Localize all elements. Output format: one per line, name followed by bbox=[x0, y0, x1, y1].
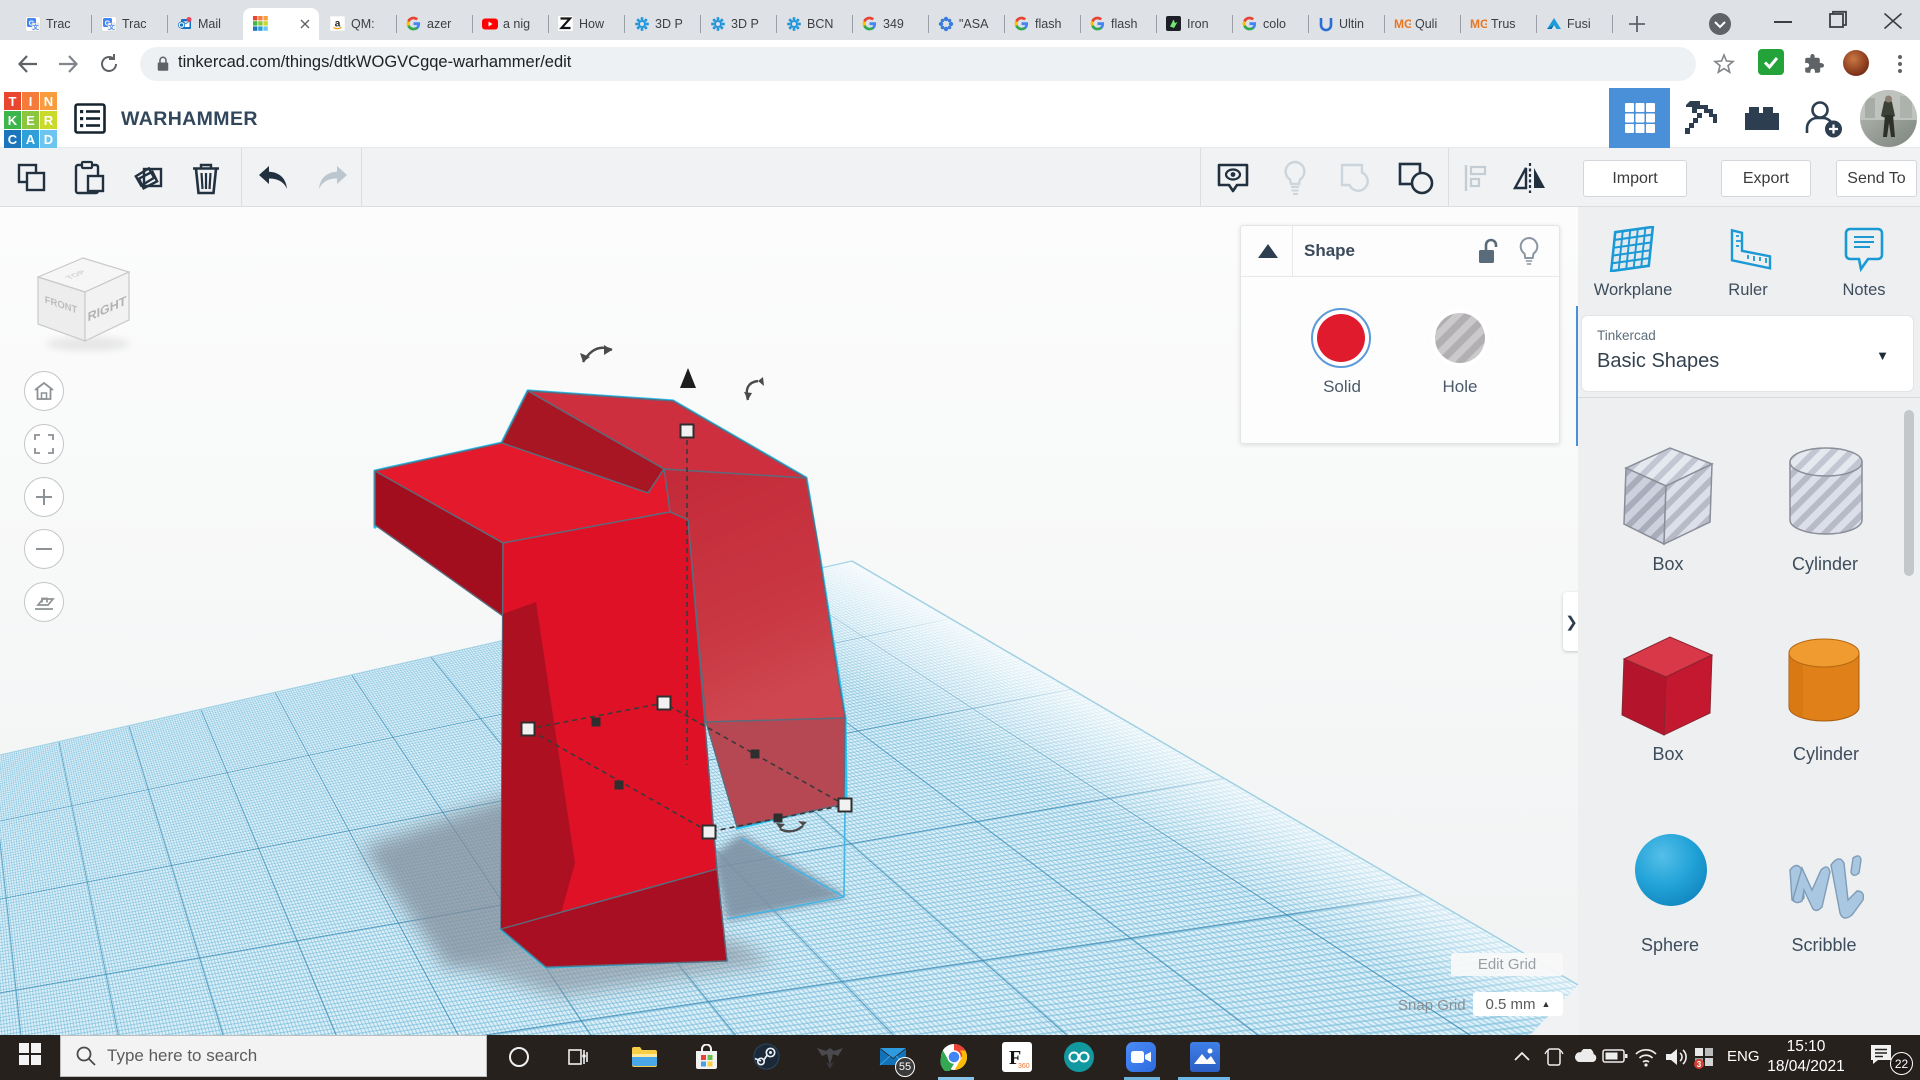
svg-text:MG: MG bbox=[1470, 17, 1487, 31]
svg-text:文: 文 bbox=[107, 22, 115, 31]
svg-text:3: 3 bbox=[1697, 1060, 1702, 1069]
svg-text:文: 文 bbox=[31, 22, 39, 31]
svg-text:360: 360 bbox=[1018, 1063, 1030, 1070]
svg-text:MG: MG bbox=[1394, 17, 1411, 31]
